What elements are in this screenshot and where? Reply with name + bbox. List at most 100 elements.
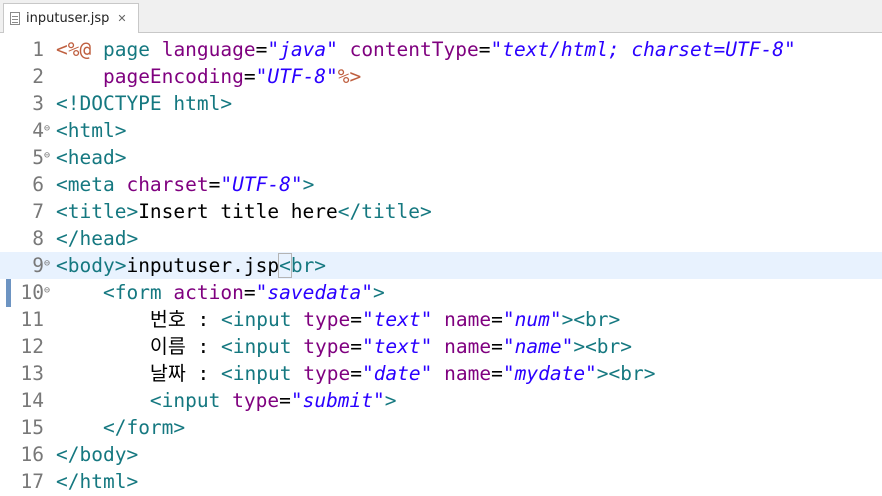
- code-token: "submit": [290, 389, 385, 412]
- code-line-13[interactable]: 13 날짜 : <input type="date" name="mydate"…: [0, 360, 882, 387]
- close-icon[interactable]: ✕: [117, 12, 126, 25]
- code-line-16[interactable]: 16 </body>: [0, 441, 882, 468]
- line-code: <!DOCTYPE html>: [56, 90, 232, 117]
- code-token: "java": [267, 38, 338, 61]
- code-token: <html>: [56, 119, 127, 142]
- code-token: type: [303, 362, 351, 385]
- code-token: name: [444, 308, 492, 331]
- fold-collapse-icon[interactable]: ⊖: [44, 279, 50, 303]
- code-token: <: [278, 253, 292, 278]
- code-token: </body>: [56, 443, 139, 466]
- line-code: <html>: [56, 117, 126, 144]
- code-line-15[interactable]: 15 </form>: [0, 414, 882, 441]
- code-token: </head>: [56, 227, 139, 250]
- line-code: </html>: [56, 468, 138, 495]
- editor-tab-bar: inputuser.jsp ✕: [0, 0, 882, 33]
- code-token: "date": [361, 362, 433, 385]
- line-number: 4: [32, 119, 44, 142]
- code-token: <head>: [56, 146, 127, 169]
- code-token: =: [478, 38, 491, 61]
- code-line-8[interactable]: 8 </head>: [0, 225, 882, 252]
- line-number: 13: [20, 362, 44, 385]
- tab-inputuser-jsp[interactable]: inputuser.jsp ✕: [3, 3, 139, 33]
- code-token: >: [302, 173, 315, 196]
- code-token: "text/html; charset=UTF-8": [490, 38, 796, 61]
- code-token: 날짜 :: [56, 362, 222, 385]
- code-line-6[interactable]: 6 <meta charset="UTF-8">: [0, 171, 882, 198]
- line-number: 3: [32, 92, 44, 115]
- line-code: 번호 : <input type="text" name="num"><br>: [56, 306, 620, 333]
- code-token: "text": [361, 308, 433, 331]
- code-line-17[interactable]: 17 </html>: [0, 468, 882, 495]
- line-code: </head>: [56, 225, 138, 252]
- line-code: 이름 : <input type="text" name="name"><br>: [56, 333, 632, 360]
- code-token: type: [232, 389, 280, 412]
- code-token: =: [491, 362, 503, 385]
- code-token: "num": [502, 308, 562, 331]
- code-token: =: [279, 389, 291, 412]
- line-number: 16: [20, 443, 44, 466]
- code-token: name: [444, 335, 492, 358]
- code-token: ><br>: [561, 308, 621, 331]
- code-line-1[interactable]: 1 <%@ page language="java" contentType="t…: [0, 36, 882, 63]
- line-code: </body>: [56, 441, 138, 468]
- jsp-file-icon: [10, 12, 20, 25]
- code-token: action: [173, 281, 244, 304]
- code-token: page: [102, 38, 150, 61]
- code-token: </html>: [56, 470, 139, 493]
- code-token: <input: [221, 308, 292, 331]
- code-token: =: [491, 335, 503, 358]
- code-line-5[interactable]: 5 ⊖ <head>: [0, 144, 882, 171]
- line-number: 9: [32, 254, 44, 277]
- code-token: charset: [126, 173, 209, 196]
- code-line-3[interactable]: 3 <!DOCTYPE html>: [0, 90, 882, 117]
- code-token: 번호 :: [56, 308, 222, 331]
- code-line-2[interactable]: 2 pageEncoding="UTF-8"%>: [0, 63, 882, 90]
- code-token: =: [350, 335, 362, 358]
- line-number: 5: [32, 146, 44, 169]
- fold-collapse-icon[interactable]: ⊖: [44, 144, 50, 168]
- code-line-14[interactable]: 14 <input type="submit">: [0, 387, 882, 414]
- code-token: =: [350, 362, 362, 385]
- code-token: </form>: [102, 416, 186, 439]
- code-token: inputuser.jsp: [126, 254, 280, 277]
- code-line-9[interactable]: 9 ⊖ <body>inputuser.jsp<br>: [0, 252, 882, 279]
- code-token: <title>: [56, 200, 139, 223]
- code-token: =: [208, 173, 221, 196]
- fold-collapse-icon[interactable]: ⊖: [44, 117, 50, 141]
- line-code: <meta charset="UTF-8">: [56, 171, 314, 198]
- line-number: 1: [32, 38, 44, 61]
- code-line-10[interactable]: 10 ⊖ <form action="savedata">: [0, 279, 882, 306]
- tab-filename: inputuser.jsp: [26, 11, 110, 26]
- line-code: <body>inputuser.jsp<br>: [56, 252, 326, 279]
- line-number: 6: [32, 173, 44, 196]
- line-number: 12: [20, 335, 44, 358]
- code-line-11[interactable]: 11 번호 : <input type="text" name="num"><b…: [0, 306, 882, 333]
- line-number: 17: [20, 470, 44, 493]
- code-token: >: [384, 389, 397, 412]
- code-line-12[interactable]: 12 이름 : <input type="text" name="name"><…: [0, 333, 882, 360]
- code-token: "name": [502, 335, 574, 358]
- line-code: </form>: [56, 414, 185, 441]
- line-number: 7: [32, 200, 44, 223]
- fold-collapse-icon[interactable]: ⊖: [44, 252, 50, 276]
- code-token: type: [303, 308, 351, 331]
- code-editor[interactable]: inputuser.jsp ✕ 1 <%@ page language="java…: [0, 0, 882, 496]
- code-area[interactable]: 1 <%@ page language="java" contentType="t…: [0, 36, 882, 495]
- code-token: <meta: [56, 173, 115, 196]
- code-line-4[interactable]: 4 ⊖ <html>: [0, 117, 882, 144]
- code-line-7[interactable]: 7 <title>Insert title here</title>: [0, 198, 882, 225]
- code-token: "UTF-8": [255, 65, 338, 88]
